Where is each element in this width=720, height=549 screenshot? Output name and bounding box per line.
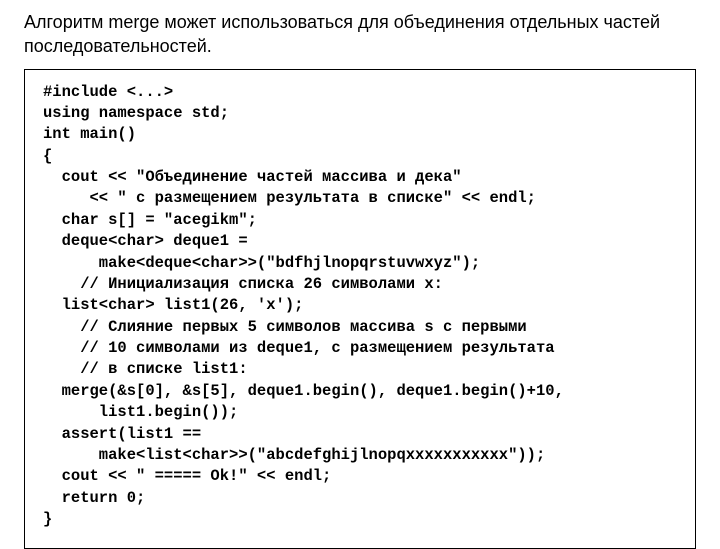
intro-paragraph: Алгоритм merge может использоваться для …: [24, 10, 696, 59]
code-listing: #include <...> using namespace std; int …: [43, 82, 677, 531]
code-container: #include <...> using namespace std; int …: [24, 69, 696, 549]
document-page: Алгоритм merge может использоваться для …: [0, 0, 720, 549]
